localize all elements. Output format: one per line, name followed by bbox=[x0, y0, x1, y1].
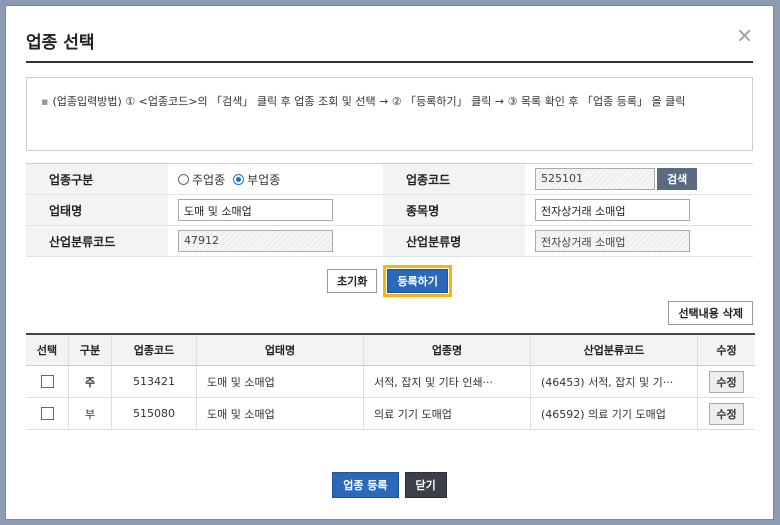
ind-code-field-wrap: 47912 bbox=[168, 226, 383, 256]
biz-cell: 도매 및 소매업 bbox=[196, 397, 364, 430]
industry-form: 업종구분 주업종 부업종 업종코드 525101 검색 업태명 도매 및 소매업… bbox=[26, 163, 753, 257]
type-cell: 부 bbox=[68, 397, 112, 430]
col-biz: 업태명 bbox=[196, 334, 364, 366]
col-code: 업종코드 bbox=[111, 334, 197, 366]
code-cell: 515080 bbox=[111, 397, 197, 430]
biz-name-input[interactable]: 도매 및 소매업 bbox=[178, 199, 333, 221]
code-field-wrap: 525101 검색 bbox=[525, 164, 743, 194]
ind-name-label: 산업분류명 bbox=[383, 226, 525, 256]
delete-selected-button[interactable]: 선택내용 삭제 bbox=[668, 301, 753, 325]
code-label: 업종코드 bbox=[383, 164, 525, 194]
select-cell bbox=[26, 397, 69, 430]
guide-text: (업종입력방법) ① <업종코드>의 「검색」 클릭 후 업종 조회 및 선택 … bbox=[52, 95, 686, 108]
industry-select-dialog: 업종 선택 × ▪ (업종입력방법) ① <업종코드>의 「검색」 클릭 후 업종… bbox=[5, 5, 774, 520]
form-actions: 초기화 등록하기 bbox=[6, 265, 773, 297]
item-field-wrap: 전자상거래 소매업 bbox=[525, 195, 743, 225]
ind-cell: (46592) 의료 기기 도매업 bbox=[530, 397, 698, 430]
close-icon[interactable]: × bbox=[736, 23, 753, 47]
row-checkbox[interactable] bbox=[40, 375, 54, 389]
col-edit: 수정 bbox=[697, 334, 755, 366]
name-cell: 서적, 잡지 및 기타 인쇄··· bbox=[363, 365, 531, 398]
col-select: 선택 bbox=[26, 334, 69, 366]
edit-button[interactable]: 수정 bbox=[709, 370, 744, 393]
form-row: 산업분류코드 47912 산업분류명 전자상거래 소매업 bbox=[26, 226, 753, 257]
name-cell: 의료 기기 도매업 bbox=[363, 397, 531, 430]
item-label: 종목명 bbox=[383, 195, 525, 225]
search-button[interactable]: 검색 bbox=[657, 168, 698, 190]
footer-actions: 업종 등록 닫기 bbox=[6, 472, 773, 498]
ind-cell: (46453) 서적, 잡지 및 기··· bbox=[530, 365, 698, 398]
title-divider bbox=[26, 61, 753, 63]
radio-sub-type[interactable]: 부업종 bbox=[233, 171, 280, 188]
close-button[interactable]: 닫기 bbox=[404, 472, 447, 498]
ind-code-input: 47912 bbox=[178, 230, 333, 252]
table-row: 부 515080 도매 및 소매업 의료 기기 도매업 (46592) 의료 기… bbox=[26, 397, 755, 430]
ind-name-field-wrap: 전자상거래 소매업 bbox=[525, 226, 743, 256]
radio-circle[interactable] bbox=[178, 173, 189, 185]
edit-button[interactable]: 수정 bbox=[709, 402, 744, 425]
dialog-title: 업종 선택 bbox=[26, 33, 95, 53]
col-type: 구분 bbox=[68, 334, 112, 366]
table-header-row: 선택 구분 업종코드 업태명 업종명 산업분류코드 수정 bbox=[26, 334, 755, 366]
radio-main-label: 주업종 bbox=[192, 172, 226, 187]
biz-field-wrap: 도매 및 소매업 bbox=[168, 195, 383, 225]
edit-cell: 수정 bbox=[697, 397, 755, 430]
item-name-input[interactable]: 전자상거래 소매업 bbox=[535, 199, 690, 221]
form-row: 업태명 도매 및 소매업 종목명 전자상거래 소매업 bbox=[26, 195, 753, 226]
biz-label: 업태명 bbox=[26, 195, 168, 225]
bullet-icon: ▪ bbox=[41, 95, 49, 108]
col-ind: 산업분류코드 bbox=[530, 334, 698, 366]
industry-table: 선택 구분 업종코드 업태명 업종명 산업분류코드 수정 주 513421 도매… bbox=[26, 333, 755, 430]
select-cell bbox=[26, 365, 69, 398]
form-row: 업종구분 주업종 부업종 업종코드 525101 검색 bbox=[26, 164, 753, 195]
row-checkbox[interactable] bbox=[40, 407, 54, 421]
register-highlight: 등록하기 bbox=[383, 265, 452, 297]
reset-button[interactable]: 초기화 bbox=[327, 269, 378, 293]
type-cell: 주 bbox=[68, 365, 112, 398]
type-label: 업종구분 bbox=[26, 164, 168, 194]
radio-sub-label: 부업종 bbox=[247, 172, 281, 187]
edit-cell: 수정 bbox=[697, 365, 755, 398]
submit-industry-button[interactable]: 업종 등록 bbox=[332, 472, 399, 498]
radio-circle-checked[interactable] bbox=[233, 173, 245, 185]
register-button[interactable]: 등록하기 bbox=[387, 269, 448, 293]
code-cell: 513421 bbox=[111, 365, 197, 398]
industry-code-input[interactable]: 525101 bbox=[535, 168, 655, 190]
col-name: 업종명 bbox=[363, 334, 531, 366]
type-radio-group: 주업종 부업종 bbox=[168, 164, 383, 194]
table-row: 주 513421 도매 및 소매업 서적, 잡지 및 기타 인쇄··· (464… bbox=[26, 365, 755, 398]
ind-code-label: 산업분류코드 bbox=[26, 226, 168, 256]
radio-main-type[interactable]: 주업종 bbox=[178, 171, 225, 188]
input-guide: ▪ (업종입력방법) ① <업종코드>의 「검색」 클릭 후 업종 조회 및 선택… bbox=[26, 77, 753, 151]
ind-name-input: 전자상거래 소매업 bbox=[535, 230, 690, 252]
biz-cell: 도매 및 소매업 bbox=[196, 365, 364, 398]
